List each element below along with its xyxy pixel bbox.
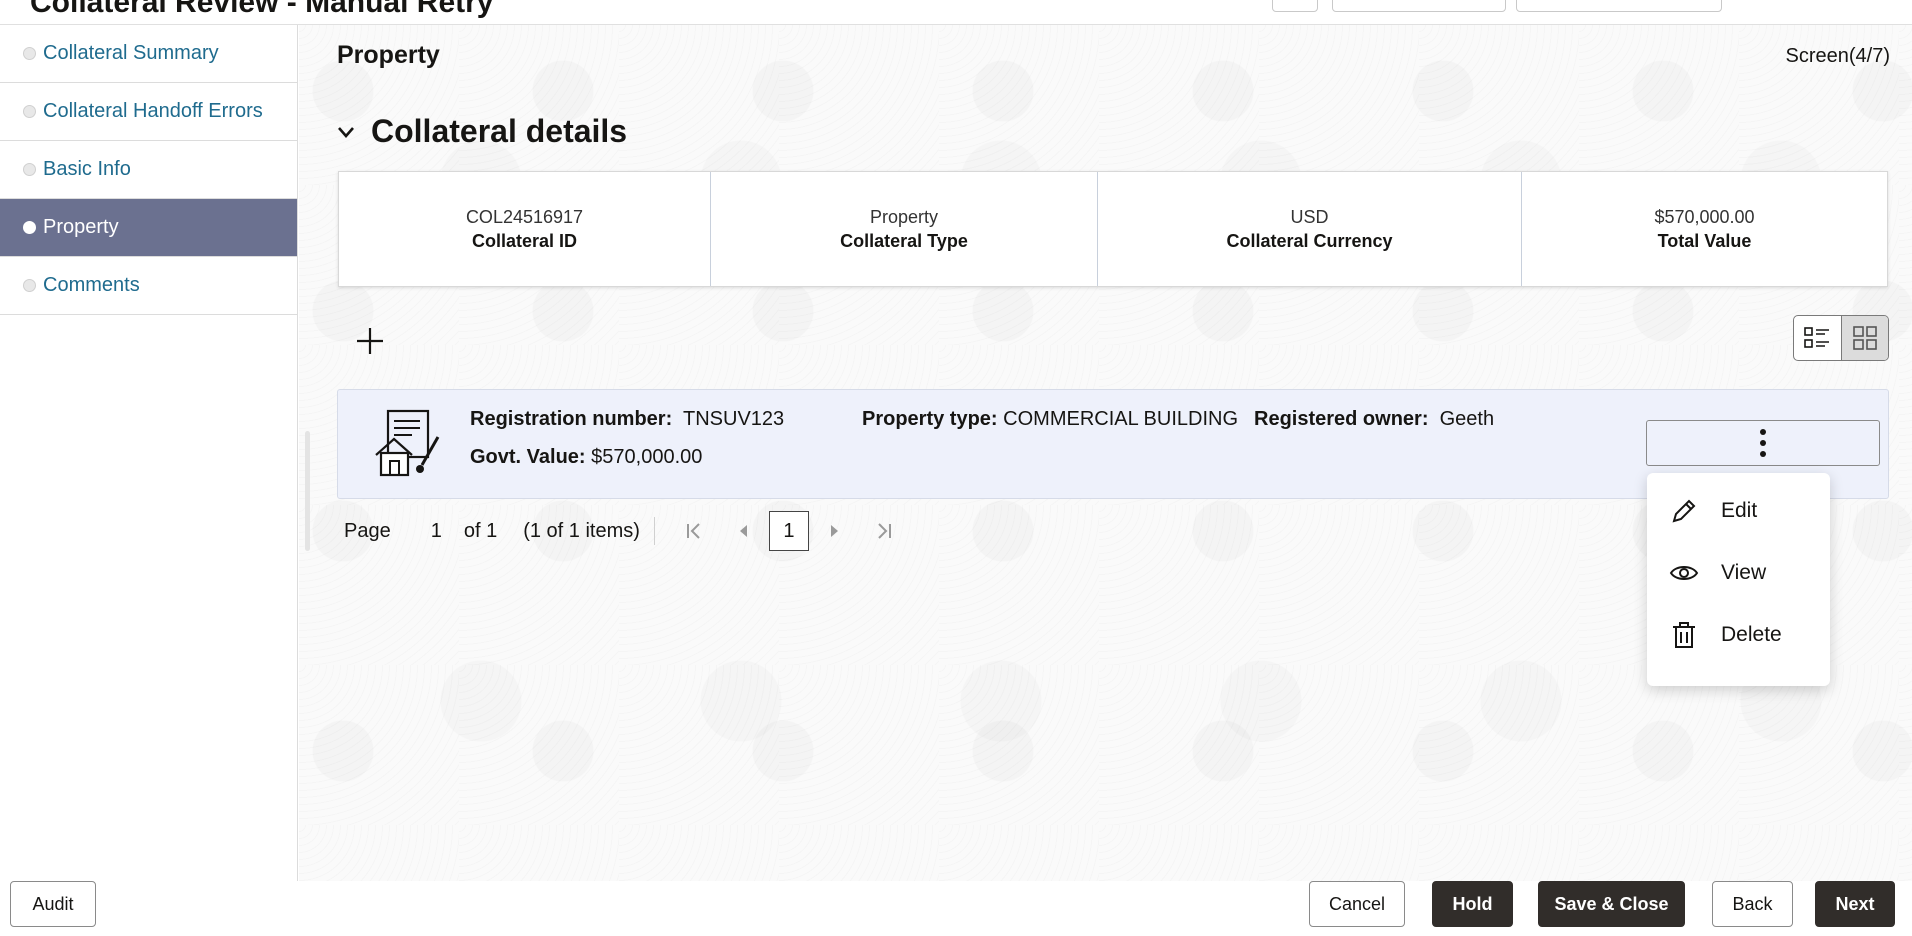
main-content: Property Screen(4/7) Collateral details … [299, 25, 1912, 881]
property-type-field: Property type: COMMERCIAL BUILDING [862, 408, 1238, 431]
screen-indicator: Screen(4/7) [1785, 45, 1891, 67]
page-of-label: of 1 [463, 519, 498, 542]
prev-page-icon [739, 525, 747, 537]
summary-cell-collateral-id: COL24516917 Collateral ID [339, 172, 711, 286]
list-view-icon [1804, 327, 1830, 348]
sidebar-item-label: Comments [43, 274, 140, 296]
chevron-down-icon[interactable] [335, 121, 357, 143]
section-title: Collateral details [371, 113, 628, 149]
summary-label: Collateral Currency [1226, 230, 1393, 251]
menu-item-label: Edit [1721, 499, 1758, 522]
footer-bar: Audit Cancel Hold Save & Close Back Next [0, 881, 1912, 936]
next-page-button[interactable] [823, 520, 845, 542]
list-view-button[interactable] [1794, 316, 1841, 360]
prev-page-button[interactable] [733, 520, 755, 542]
header-icon-button[interactable] [1272, 0, 1318, 12]
pencil-icon [1672, 499, 1696, 523]
first-page-button[interactable] [683, 520, 705, 542]
summary-label: Collateral ID [471, 230, 578, 251]
summary-value: Property [869, 206, 939, 227]
govt-value-field: Govt. Value: $570,000.00 [470, 446, 702, 469]
top-bar: Collateral Review - Manual Retry [0, 0, 1912, 25]
trash-icon [1673, 622, 1695, 648]
menu-item-view[interactable]: View [1647, 548, 1830, 598]
page-label: Page [344, 519, 391, 542]
cancel-button[interactable]: Cancel [1309, 881, 1405, 927]
pager-divider [653, 517, 655, 545]
record-actions-button[interactable] [1646, 420, 1880, 466]
save-close-button[interactable]: Save & Close [1538, 881, 1685, 927]
grid-view-button[interactable] [1840, 316, 1888, 360]
back-button[interactable]: Back [1712, 881, 1793, 927]
step-dot-icon [23, 104, 36, 118]
items-count-label: (1 of 1 items) [523, 519, 640, 542]
summary-label: Total Value [1657, 230, 1752, 251]
scrollbar[interactable] [305, 431, 310, 551]
menu-item-label: View [1721, 561, 1767, 584]
last-page-icon [878, 523, 891, 539]
sidebar: Collateral Summary Collateral Handoff Er… [0, 25, 298, 881]
grid-view-icon [1852, 326, 1877, 350]
field-value: TNSUV123 [683, 408, 785, 430]
field-value: Geeth [1439, 408, 1495, 430]
page-header-title: Collateral Review - Manual Retry [30, 0, 494, 19]
field-value: $570,000.00 [591, 446, 703, 468]
sidebar-item-basic-info[interactable]: Basic Info [0, 141, 297, 199]
current-page-box[interactable]: 1 [768, 511, 809, 551]
field-label: Registered owner: [1254, 408, 1429, 430]
next-button[interactable]: Next [1815, 881, 1895, 927]
registration-number-field: Registration number: TNSUV123 [470, 408, 784, 431]
step-dot-icon [23, 278, 36, 292]
summary-value: USD [1290, 206, 1329, 227]
step-dot-icon [23, 162, 36, 176]
menu-item-edit[interactable]: Edit [1647, 486, 1830, 536]
summary-cell-total-value: $570,000.00 Total Value [1522, 172, 1887, 286]
sidebar-item-label: Collateral Handoff Errors [43, 100, 263, 122]
summary-label: Collateral Type [840, 230, 968, 251]
add-icon[interactable] [353, 324, 387, 358]
last-page-button[interactable] [873, 520, 895, 542]
summary-value: COL24516917 [465, 206, 584, 227]
menu-item-delete[interactable]: Delete [1647, 610, 1830, 660]
sidebar-item-comments[interactable]: Comments [0, 257, 297, 315]
kebab-menu-icon [1760, 429, 1766, 457]
page-input[interactable]: 1 [431, 520, 442, 543]
sidebar-item-label: Collateral Summary [43, 42, 219, 64]
first-page-icon [686, 523, 700, 539]
field-label: Property type: [862, 408, 998, 430]
sidebar-item-label: Basic Info [43, 158, 131, 180]
field-value: COMMERCIAL BUILDING [1003, 408, 1238, 430]
header-action-button[interactable] [1516, 0, 1722, 12]
sidebar-item-property[interactable]: Property [0, 199, 297, 257]
property-document-icon [375, 409, 440, 477]
section-collateral-details[interactable]: Collateral details [335, 113, 627, 150]
sidebar-item-collateral-handoff-errors[interactable]: Collateral Handoff Errors [0, 83, 297, 141]
field-label: Registration number: [470, 408, 673, 430]
sidebar-item-collateral-summary[interactable]: Collateral Summary [0, 25, 297, 83]
page-title: Property [337, 41, 440, 69]
view-toggle [1793, 315, 1889, 361]
audit-button[interactable]: Audit [10, 881, 96, 927]
registered-owner-field: Registered owner: Geeth [1254, 408, 1494, 431]
sidebar-item-label: Property [43, 216, 119, 238]
step-dot-icon [23, 46, 36, 60]
field-label: Govt. Value: [470, 446, 586, 468]
collateral-summary-card: COL24516917 Collateral ID Property Colla… [338, 171, 1888, 287]
next-page-icon [830, 525, 838, 537]
summary-cell-collateral-type: Property Collateral Type [711, 172, 1098, 286]
record-actions-menu: Edit View Delete [1647, 473, 1830, 686]
header-action-button[interactable] [1332, 0, 1506, 12]
eye-icon [1669, 566, 1699, 580]
pagination: Page 1 of 1 (1 of 1 items) 1 [344, 511, 909, 551]
step-dot-icon [23, 220, 36, 234]
hold-button[interactable]: Hold [1432, 881, 1513, 927]
summary-value: $570,000.00 [1654, 206, 1755, 227]
summary-cell-collateral-currency: USD Collateral Currency [1098, 172, 1522, 286]
menu-item-label: Delete [1721, 623, 1782, 646]
